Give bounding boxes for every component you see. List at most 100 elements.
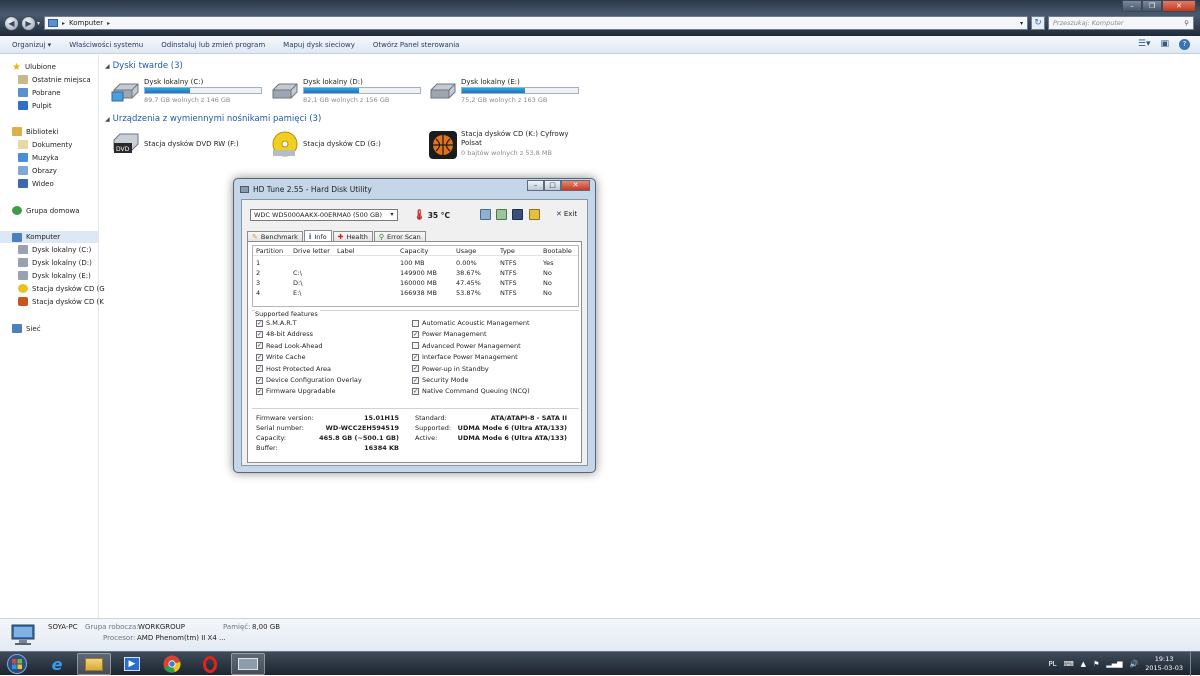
checkbox[interactable]: ✓ (256, 330, 263, 338)
sidebar-item-pictures[interactable]: Obrazy (18, 166, 57, 175)
hdtune-title-bar[interactable]: HD Tune 2.55 - Hard Disk Utility (240, 182, 372, 196)
save-icon[interactable] (512, 209, 523, 220)
col-type[interactable]: Type (500, 247, 515, 255)
feature-checkbox[interactable]: ✓ S.M.A.R.T (256, 319, 297, 327)
address-bar[interactable]: ▸ Komputer ▸ ▾ (44, 16, 1028, 30)
sidebar-item-drive-g[interactable]: Stacja dysków CD (G (18, 284, 105, 293)
checkbox[interactable]: ✓ (256, 353, 263, 361)
feature-checkbox[interactable]: ✓ Firmware Upgradable (256, 387, 336, 395)
col-partition[interactable]: Partition (256, 247, 283, 255)
close-button[interactable]: ✕ (1162, 0, 1196, 12)
checkbox[interactable]: ✓ (412, 387, 419, 395)
sidebar-item-drive-d[interactable]: Dysk lokalny (D:) (18, 258, 92, 267)
options-icon[interactable] (529, 209, 540, 220)
sidebar-item-desktop[interactable]: Pulpit (18, 101, 52, 110)
drive-e[interactable]: Dysk lokalny (E:) 75,2 GB wolnych z 163 … (428, 78, 583, 106)
feature-checkbox[interactable]: ✓ Write Cache (256, 353, 305, 361)
sidebar-item-downloads[interactable]: Pobrane (18, 88, 61, 97)
breadcrumb-separator-icon[interactable]: ▸ (107, 20, 110, 27)
checkbox[interactable]: ✓ (256, 387, 263, 395)
feature-checkbox[interactable]: ✓ Power Management (412, 330, 487, 338)
checkbox[interactable]: ✓ (256, 365, 263, 373)
feature-checkbox[interactable]: ✓ Power-up in Standby (412, 365, 489, 373)
hdtune-maximize-button[interactable]: □ (544, 180, 561, 191)
taskbar-chrome[interactable] (155, 653, 189, 675)
checkbox[interactable]: ✓ (256, 342, 263, 350)
sidebar-item-computer[interactable]: Komputer (0, 231, 98, 243)
sidebar-item-drive-e[interactable]: Dysk lokalny (E:) (18, 271, 91, 280)
checkbox[interactable]: ✓ (412, 376, 419, 384)
col-label[interactable]: Label (337, 247, 355, 255)
language-indicator[interactable]: PL (1048, 660, 1056, 668)
preview-pane-icon[interactable]: ▣ (1160, 39, 1169, 50)
col-drive-letter[interactable]: Drive letter (293, 247, 330, 255)
sidebar-item-recent[interactable]: Ostatnie miejsca (18, 75, 91, 84)
uninstall-program-button[interactable]: Odinstaluj lub zmień program (161, 41, 265, 49)
feature-checkbox[interactable]: ✓ Security Mode (412, 376, 468, 384)
checkbox[interactable]: ✓ (256, 319, 263, 327)
sidebar-item-libraries[interactable]: Biblioteki (12, 127, 58, 136)
taskbar-hdtune[interactable] (231, 653, 265, 675)
keyboard-icon[interactable]: ⌨ (1064, 660, 1074, 668)
start-button[interactable] (2, 653, 32, 675)
checkbox[interactable]: ✓ (412, 353, 419, 361)
minimize-button[interactable]: – (1122, 0, 1142, 12)
checkbox[interactable]: ✓ (412, 365, 419, 373)
show-hidden-icons-button[interactable]: ▲ (1081, 660, 1086, 668)
drive-k-cd[interactable]: Stacja dysków CD (K:) Cyfrowy Polsat 0 b… (428, 130, 588, 160)
feature-checkbox[interactable]: ✓ Interface Power Management (412, 353, 518, 361)
organize-menu[interactable]: Organizuj ▾ (12, 41, 51, 49)
back-button[interactable]: ◀ (4, 16, 19, 31)
help-icon[interactable]: ? (1179, 39, 1190, 50)
sidebar-item-videos[interactable]: Wideo (18, 179, 54, 188)
recent-pages-dropdown[interactable]: ▾ (37, 20, 40, 27)
sidebar-item-favorites[interactable]: ★ Ulubione (12, 62, 56, 73)
table-row[interactable]: 4 E:\ 166938 MB 53.87% NTFS No (253, 288, 578, 298)
col-usage[interactable]: Usage (456, 247, 476, 255)
feature-checkbox[interactable]: ✓ 48-bit Address (256, 330, 313, 338)
breadcrumb-computer[interactable]: Komputer (69, 19, 103, 27)
drive-select[interactable]: WDC WD5000AAKX-00ERMA0 (500 GB) ▾ (250, 209, 398, 221)
sidebar-item-drive-k[interactable]: Stacja dysków CD (K (18, 297, 104, 306)
taskbar-opera[interactable] (193, 653, 227, 675)
taskbar-explorer[interactable] (77, 653, 111, 675)
feature-checkbox[interactable]: Advanced Power Management (412, 342, 521, 350)
checkbox[interactable] (412, 319, 419, 327)
feature-checkbox[interactable]: Automatic Acoustic Management (412, 319, 530, 327)
search-input[interactable]: Przeszukaj: Komputer ⚲ (1048, 16, 1194, 30)
taskbar-media-player[interactable]: ▶ (115, 653, 149, 675)
sidebar-item-drive-c[interactable]: Dysk lokalny (C:) (18, 245, 91, 254)
feature-checkbox[interactable]: ✓ Native Command Queuing (NCQ) (412, 387, 530, 395)
forward-button[interactable]: ▶ (21, 16, 36, 31)
checkbox[interactable]: ✓ (412, 330, 419, 338)
hdtune-close-button[interactable]: ✕ (561, 180, 590, 191)
taskbar-internet-explorer[interactable]: e (40, 653, 74, 675)
volume-icon[interactable]: 🔊 (1130, 660, 1139, 668)
removable-devices-header[interactable]: ◢ Urządzenia z wymiennymi nośnikami pamię… (105, 114, 321, 124)
copy-all-icon[interactable] (496, 209, 507, 220)
exit-button[interactable]: ✕ Exit (556, 210, 577, 218)
open-control-panel-button[interactable]: Otwórz Panel sterowania (373, 41, 460, 49)
action-center-flag-icon[interactable]: ⚑ (1093, 660, 1099, 668)
hdtune-minimize-button[interactable]: – (527, 180, 544, 191)
drive-c[interactable]: Dysk lokalny (C:) 89,7 GB wolnych z 146 … (111, 78, 266, 106)
col-bootable[interactable]: Bootable (543, 247, 572, 255)
table-row[interactable]: 1 100 MB 0.00% NTFS Yes (253, 258, 578, 268)
address-dropdown-icon[interactable]: ▾ (1020, 20, 1023, 27)
drive-d[interactable]: Dysk lokalny (D:) 82,1 GB wolnych z 156 … (270, 78, 425, 106)
table-row[interactable]: 2 C:\ 149900 MB 38.67% NTFS No (253, 268, 578, 278)
refresh-button[interactable]: ↻ (1031, 16, 1045, 30)
hard-drives-header[interactable]: ◢ Dyski twarde (3) (105, 61, 183, 71)
col-capacity[interactable]: Capacity (400, 247, 428, 255)
clock[interactable]: 19:13 2015-03-03 (1145, 655, 1183, 673)
system-properties-button[interactable]: Właściwości systemu (69, 41, 143, 49)
network-signal-icon[interactable]: ▂▄▆ (1106, 660, 1122, 668)
feature-checkbox[interactable]: ✓ Host Protected Area (256, 365, 331, 373)
sidebar-item-documents[interactable]: Dokumenty (18, 140, 72, 149)
checkbox[interactable] (412, 342, 419, 350)
maximize-button[interactable]: ❐ (1142, 0, 1162, 12)
sidebar-item-network[interactable]: Sieć (12, 324, 41, 333)
sidebar-item-homegroup[interactable]: Grupa domowa (12, 206, 80, 215)
feature-checkbox[interactable]: ✓ Read Look-Ahead (256, 342, 323, 350)
map-network-drive-button[interactable]: Mapuj dysk sieciowy (283, 41, 355, 49)
